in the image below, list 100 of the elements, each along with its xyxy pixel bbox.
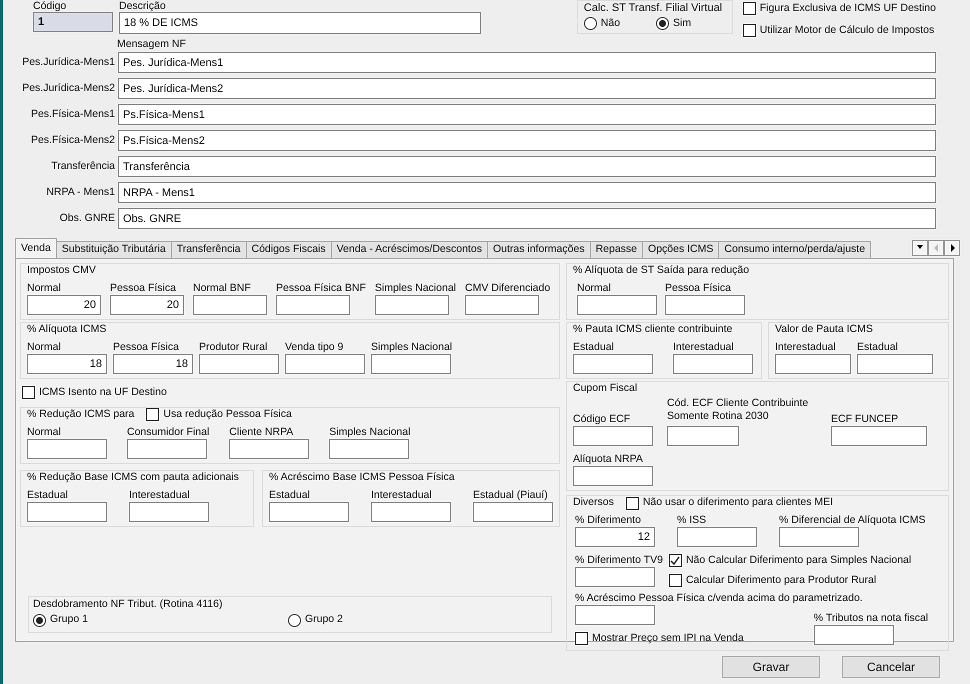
checkbox[interactable] [668,554,682,568]
input-field[interactable] [573,354,653,374]
group-title: % Redução Base ICMS com pauta adicionais [27,470,239,485]
input-field[interactable] [779,527,859,547]
checkbox[interactable] [742,2,756,16]
input-field[interactable]: 12 [575,527,655,547]
tab[interactable]: Opções ICMS [642,241,720,258]
tab[interactable]: Repasse [590,241,644,258]
field-label: Estadual [857,340,899,354]
field-label: Simples Nacional [329,424,410,439]
input-field[interactable] [371,354,451,374]
radio-button[interactable] [288,614,301,627]
input-field[interactable] [575,604,655,624]
dialog-button[interactable]: Gravar [722,656,820,678]
input-field[interactable] [27,502,107,522]
scroll-right-icon[interactable] [944,240,960,256]
input-field[interactable] [27,438,107,459]
checkbox[interactable] [575,632,588,645]
description-field[interactable]: 18 % DE ICMS [119,12,481,34]
input-field[interactable] [673,354,753,374]
checkbox[interactable] [146,408,160,422]
tab[interactable]: Consumo interno/perda/ajuste [718,241,872,258]
message-field[interactable]: Pes. Jurídica-Mens1 [118,52,936,73]
checkbox[interactable] [668,574,682,588]
input-field[interactable] [199,354,279,374]
checkbox-label: Usa redução Pessoa Física [163,406,292,422]
code-field[interactable]: 1 [33,12,113,32]
message-field[interactable]: Obs. GNRE [118,208,936,229]
input-field[interactable] [667,426,739,446]
input-field[interactable] [229,438,310,459]
field-label: % Diferimento TV9 [575,553,663,567]
field-label: Estadual (Piauí) [473,488,549,502]
radio-label: Sim [673,16,692,31]
field-label: Estadual [573,340,615,354]
tab[interactable]: Códigos Fiscais [246,241,332,258]
checkbox[interactable] [742,24,756,38]
radio-label: Grupo 2 [304,612,343,628]
input-field[interactable] [577,295,657,315]
input-field[interactable] [276,295,350,315]
checkbox-label: Figura Exclusiva de ICMS UF Destino [760,1,936,16]
input-field[interactable] [677,527,757,547]
input-field[interactable] [329,438,410,459]
radio-button[interactable] [33,614,46,627]
input-field[interactable] [575,567,655,587]
field-label: % ISS [677,513,708,527]
input-field[interactable]: 20 [110,295,184,315]
input-field[interactable] [465,295,539,315]
section-title: Mensagem NF [117,38,186,50]
radio-button[interactable] [584,17,597,30]
radio-button[interactable] [656,17,670,30]
tab[interactable]: Substituição Tributária [56,241,172,258]
group-title: % Pauta ICMS cliente contribuinte [573,322,732,338]
input-field[interactable]: 20 [27,295,101,315]
message-field[interactable]: Transferência [118,156,936,177]
input-field[interactable] [573,426,653,446]
input-field[interactable] [665,295,745,315]
field-label: Simples Nacional [374,281,456,295]
input-field[interactable] [775,354,851,374]
field-label: Pes.Jurídica-Mens1 [21,54,115,70]
field-label: % Tributos na nota fiscal [814,610,928,624]
field-label: Pessoa Física [665,281,732,295]
message-field[interactable]: Ps.Física-Mens2 [118,130,936,151]
message-field[interactable]: Ps.Física-Mens1 [118,104,936,125]
input-field[interactable]: 18 [27,354,107,374]
tab[interactable]: Venda [15,238,57,258]
field-label: Normal [577,281,612,295]
group-title: % Alíquota ICMS [27,322,106,338]
checkbox[interactable] [626,496,639,510]
input-field[interactable] [857,354,933,374]
field-label: Pes.Jurídica-Mens2 [21,80,115,96]
input-field[interactable] [129,502,209,522]
input-field[interactable] [831,426,927,446]
group-title: Cupom Fiscal [573,381,638,396]
checkbox-label: Não usar o diferimento para clientes MEI [642,495,834,510]
checkbox[interactable] [22,386,35,400]
tab[interactable]: Outras informações [486,241,591,258]
input-field[interactable] [269,502,349,522]
tab[interactable]: Venda - Acréscimos/Descontos [330,241,488,258]
input-field[interactable] [573,466,653,486]
input-field[interactable] [193,295,267,315]
input-field[interactable] [285,354,365,374]
field-label: Venda tipo 9 [285,340,344,354]
field-label: Simples Nacional [371,340,452,354]
input-field[interactable] [374,295,449,315]
tab[interactable]: Transferência [170,241,246,258]
message-field[interactable]: NRPA - Mens1 [118,182,936,203]
group-title: % Redução ICMS para [27,406,134,422]
dialog-button[interactable]: Cancelar [842,656,940,678]
input-field[interactable]: 18 [113,354,193,374]
input-field[interactable] [127,438,207,459]
group-title: Desdobramento NF Tribut. (Rotina 4116) [33,596,224,612]
input-field[interactable] [473,502,553,522]
field-label: Interestadual [371,488,433,502]
field-label: % Diferimento [575,513,642,527]
group-title: Diversos [573,495,614,510]
input-field[interactable] [814,624,894,644]
message-field[interactable]: Pes. Jurídica-Mens2 [118,78,936,99]
group-title: Calc. ST Transf. Filial Virtual [584,2,724,15]
field-label: Normal [27,424,62,439]
input-field[interactable] [371,502,451,522]
